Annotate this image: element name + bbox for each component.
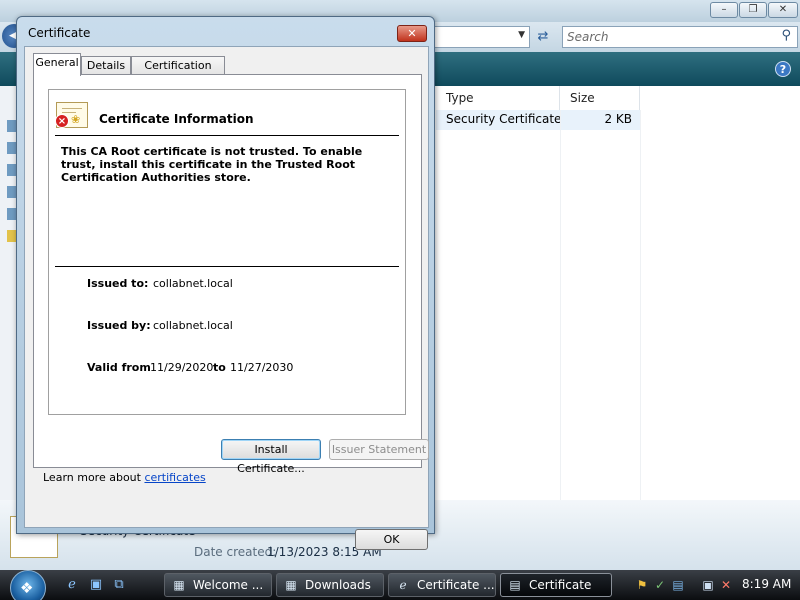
taskbar-item-certificate[interactable]: ▤ Certificate — [500, 573, 612, 597]
file-list: Type Size Security Certificate 2 KB — [436, 86, 800, 500]
help-icon[interactable]: ? — [775, 61, 791, 77]
search-input[interactable]: Search ⚲ — [562, 26, 798, 48]
taskbar-item-label: Downloads — [305, 578, 371, 592]
volume-muted-icon[interactable]: ✕ — [718, 577, 734, 593]
switch-windows-icon[interactable]: ⧉ — [111, 577, 127, 593]
issuer-statement-button[interactable]: Issuer Statement — [329, 439, 429, 460]
network-icon[interactable]: ▤ — [670, 577, 686, 593]
start-button[interactable]: ❖ — [10, 570, 46, 600]
windows-logo-icon: ❖ — [20, 579, 34, 597]
valid-to-value: 11/27/2030 — [230, 361, 294, 374]
learn-more-prefix: Learn more about — [43, 471, 145, 484]
dialog-title: Certificate — [28, 26, 91, 40]
issued-to-value: collabnet.local — [153, 277, 233, 290]
certificate-info-box: × ❀ Certificate Information This CA Root… — [48, 89, 406, 415]
clock[interactable]: 8:19 AM — [742, 577, 791, 591]
certificate-icon: ▤ — [509, 578, 521, 592]
tab-details[interactable]: Details — [81, 56, 131, 75]
info-heading: Certificate Information — [99, 112, 254, 126]
tab-general[interactable]: General — [33, 53, 81, 76]
issued-to-label: Issued to: — [87, 277, 149, 290]
chevron-down-icon[interactable]: ▼ — [518, 30, 525, 40]
column-divider — [640, 110, 641, 500]
valid-to-label: to — [213, 361, 226, 374]
close-button[interactable]: ✕ — [768, 2, 798, 18]
valid-from-value: 11/29/2020 — [150, 361, 214, 374]
file-size: 2 KB — [604, 112, 632, 126]
show-desktop-icon[interactable]: ▣ — [88, 577, 104, 593]
taskbar-item-certificate-browser[interactable]: ℯ Certificate ... — [388, 573, 496, 597]
column-divider — [560, 110, 561, 500]
install-certificate-button[interactable]: Install Certificate... — [221, 439, 321, 475]
valid-from-label: Valid from — [87, 361, 151, 374]
column-header-type[interactable]: Type — [436, 86, 560, 110]
certificates-link[interactable]: certificates — [144, 471, 205, 484]
address-bar[interactable]: ▼ — [434, 26, 530, 48]
certificate-dialog: Certificate ✕ General Details Certificat… — [16, 16, 435, 550]
file-type: Security Certificate — [446, 112, 562, 126]
folder-icon: ▦ — [285, 578, 297, 592]
issued-by-value: collabnet.local — [153, 319, 233, 332]
document-icon: ▦ — [173, 578, 185, 592]
details-date-label: Date created: — [194, 545, 277, 559]
search-placeholder: Search — [567, 30, 609, 44]
internet-explorer-icon: ℯ — [399, 578, 407, 592]
taskbar-item-label: Certificate ... — [417, 578, 495, 592]
security-center-icon[interactable]: ✓ — [652, 577, 668, 593]
taskbar-item-downloads[interactable]: ▦ Downloads — [276, 573, 384, 597]
divider — [55, 135, 399, 136]
maximize-button[interactable]: ❐ — [739, 2, 767, 18]
refresh-button[interactable]: ⇄ — [532, 26, 554, 48]
network-status-icon[interactable]: ▣ — [700, 577, 716, 593]
taskbar: ❖ ℯ ▣ ⧉ ▦ Welcome ... ▦ Downloads ℯ Cert… — [0, 570, 800, 600]
ok-button[interactable]: OK — [355, 529, 428, 550]
tab-strip: General Details Certification Path — [33, 53, 423, 90]
list-item[interactable]: Security Certificate 2 KB — [436, 110, 640, 130]
taskbar-item-welcome[interactable]: ▦ Welcome ... — [164, 573, 272, 597]
dialog-body: General Details Certification Path × ❀ C… — [24, 46, 429, 550]
ribbon-icon: ❀ — [71, 113, 81, 126]
tab-certification-path[interactable]: Certification Path — [131, 56, 225, 90]
search-icon[interactable]: ⚲ — [781, 28, 791, 43]
dialog-close-button[interactable]: ✕ — [397, 25, 427, 42]
minimize-button[interactable]: – — [710, 2, 738, 18]
taskbar-item-label: Certificate — [529, 578, 592, 592]
issued-by-label: Issued by: — [87, 319, 151, 332]
internet-explorer-icon[interactable]: ℯ — [64, 577, 80, 593]
taskbar-item-label: Welcome ... — [193, 578, 264, 592]
tab-panel-general: × ❀ Certificate Information This CA Root… — [33, 74, 429, 475]
learn-more-text: Learn more about certificates — [43, 471, 206, 484]
divider — [55, 266, 399, 267]
trust-message: This CA Root certificate is not trusted.… — [61, 145, 363, 184]
column-header-size[interactable]: Size — [560, 86, 640, 110]
security-shield-icon[interactable]: ⚑ — [634, 577, 650, 593]
error-icon: × — [55, 114, 69, 128]
